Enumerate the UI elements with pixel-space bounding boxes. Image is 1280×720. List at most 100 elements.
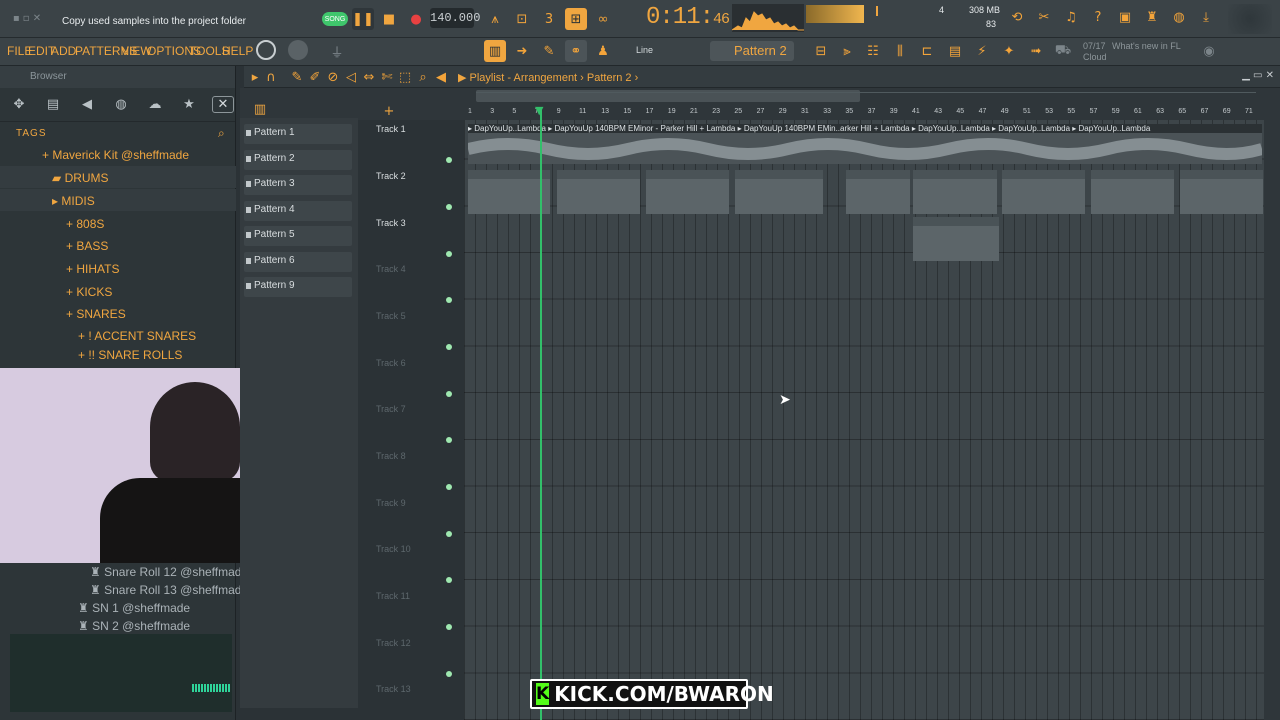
pattern-item[interactable]: Pattern 2 [244, 150, 352, 170]
pattern-clip[interactable]: Pattern 1 [1091, 170, 1174, 214]
news-text[interactable]: What's new in FL [1112, 41, 1181, 51]
chat-icon[interactable]: ◍ [1168, 6, 1190, 28]
tree-folder-midis[interactable]: ▸ MIDIS [52, 194, 95, 208]
pattern-clip[interactable]: Pattern 5 [1002, 170, 1085, 214]
tree-file-sn-1[interactable]: ♜ SN 1 @sheffmade [78, 601, 190, 615]
track-label[interactable]: Track 8 [376, 451, 406, 461]
piano-roll-icon[interactable]: ▥ [484, 40, 506, 62]
snap-mode-select[interactable]: Line [636, 45, 653, 55]
tree-file-sn-2[interactable]: ♜ SN 2 @sheffmade [78, 619, 190, 633]
tree-folder-snares[interactable]: + SNARES [66, 307, 126, 321]
link-icon[interactable]: ⚭ [565, 40, 587, 62]
eq-icon[interactable]: ⫼ [889, 40, 911, 62]
search-icon[interactable]: ⌕ [218, 126, 225, 141]
download-icon[interactable]: ⤓ [1195, 6, 1217, 28]
playback-icon[interactable]: ◀ [430, 66, 452, 88]
menu-add[interactable]: ADD [51, 44, 76, 58]
plus-icon[interactable]: + [378, 100, 400, 122]
track-mute-led[interactable] [446, 437, 452, 443]
globe-icon[interactable]: ◍ [110, 97, 132, 112]
tree-folder-bass[interactable]: + BASS [66, 239, 108, 253]
pattern-clip[interactable]: Pattern 1 [735, 170, 823, 214]
tree-folder-808s[interactable]: + 808S [66, 217, 104, 231]
piano-roll-toggle-icon[interactable]: ▥ [249, 98, 271, 120]
pattern-item[interactable]: Pattern 6 [244, 252, 352, 272]
pattern-clip[interactable]: Pattern 6 [646, 170, 729, 214]
pattern-clip[interactable]: Pattern 1 [846, 170, 910, 214]
pattern-clip[interactable]: Pattern 3 [913, 170, 997, 214]
track-mute-led[interactable] [446, 297, 452, 303]
track-mute-led[interactable] [446, 671, 452, 677]
track-label[interactable]: Track 12 [376, 638, 411, 648]
close-icon[interactable]: ✕ [212, 96, 234, 113]
speaker-icon[interactable]: ◀ [76, 97, 98, 112]
tempo-display[interactable]: 140.000 [430, 8, 480, 28]
pattern-selector[interactable]: Pattern 2 [710, 41, 794, 61]
pattern-item[interactable]: Pattern 4 [244, 201, 352, 221]
tree-folder-drums[interactable]: ▰ DRUMS [52, 171, 109, 185]
move-icon[interactable]: ✥ [8, 97, 30, 112]
playhead-marker-icon[interactable]: ▼ [535, 104, 543, 117]
track-mute-led[interactable] [446, 624, 452, 630]
track-mute-led[interactable] [446, 157, 452, 163]
pattern-item[interactable]: Pattern 9 [244, 277, 352, 297]
playhead[interactable] [540, 108, 542, 720]
file-icon[interactable]: ▤ [944, 40, 966, 62]
tree-file-snare-roll-13[interactable]: ♜ Snare Roll 13 @sheffmade [90, 583, 248, 597]
cloud-icon[interactable]: ☁ [144, 97, 166, 112]
help-icon[interactable]: ? [1087, 6, 1109, 28]
track-label[interactable]: Track 9 [376, 498, 406, 508]
record-button[interactable]: ● [405, 8, 427, 30]
track-label[interactable]: Track 5 [376, 311, 406, 321]
song-mode-button[interactable]: SONG [322, 12, 348, 26]
stop-button[interactable]: ■ [378, 8, 400, 30]
channel-rack-icon[interactable]: ⫸ [836, 40, 858, 62]
pattern-item[interactable]: Pattern 1 [244, 124, 352, 144]
track-label[interactable]: Track 4 [376, 264, 406, 274]
hierarchy-icon[interactable]: ⊏ [916, 40, 938, 62]
cut-icon[interactable]: ✂ [1033, 6, 1055, 28]
step-edit-icon[interactable]: ⊞ [565, 8, 587, 30]
metronome-icon[interactable]: ⩚ [484, 8, 506, 30]
tree-folder-snare-rolls[interactable]: + !! SNARE ROLLS [78, 348, 182, 362]
vertical-scrollbar[interactable] [1264, 120, 1280, 720]
tree-folder-accent-snares[interactable]: + ! ACCENT SNARES [78, 329, 196, 343]
master-pitch-knob[interactable] [256, 40, 276, 60]
song-time-display[interactable]: 0:11:46 [646, 4, 730, 31]
magnet-icon[interactable]: ∩ [260, 66, 282, 88]
track-label[interactable]: Track 2 [376, 171, 406, 181]
mixer-icon[interactable]: ☷ [862, 40, 884, 62]
timeline-ruler[interactable]: 1 3 5 7 9 11 13 15 17 19 21 23 25 27 29 31 33 35 37 39 41 43 4… [464, 105, 1264, 120]
pattern-clip[interactable]: Pattern 6 [1180, 170, 1263, 214]
window-buttons[interactable]: ▁ ▭ ✕ [1242, 70, 1274, 81]
touch-icon[interactable]: ➟ [1025, 40, 1047, 62]
track-label[interactable]: Track 1 [376, 124, 406, 134]
stamp-icon[interactable]: ♟ [592, 40, 614, 62]
pattern-clip[interactable]: Pattern 9 [913, 217, 999, 261]
track-label[interactable]: Track 7 [376, 404, 406, 414]
pattern-clip[interactable]: Pattern 5 [468, 170, 550, 214]
tree-folder-kicks[interactable]: + KICKS [66, 285, 112, 299]
track-mute-led[interactable] [446, 391, 452, 397]
audio-clip[interactable]: ▸ DapYouUp..Lambda ▸ DapYouUp 140BPM EMi… [468, 124, 1262, 164]
undo-icon[interactable]: ⟲ [1006, 6, 1028, 28]
news-text-line2[interactable]: Cloud [1083, 52, 1107, 62]
tree-folder-hihats[interactable]: + HIHATS [66, 262, 119, 276]
master-volume-knob[interactable] [288, 40, 308, 60]
save-icon[interactable]: ▣ [1114, 6, 1136, 28]
midi-icon[interactable]: ⏚ [326, 40, 348, 62]
pattern-clip[interactable]: Pattern 1 [557, 170, 640, 214]
playlist-icon[interactable]: ⊟ [810, 40, 832, 62]
globe-icon[interactable]: ◉ [1198, 40, 1220, 62]
track-mute-led[interactable] [446, 344, 452, 350]
track-mute-led[interactable] [446, 577, 452, 583]
track-label[interactable]: Track 11 [376, 591, 410, 601]
tempo-tap-icon[interactable]: ✦ [998, 40, 1020, 62]
track-mute-led[interactable] [446, 484, 452, 490]
track-label[interactable]: Track 6 [376, 358, 406, 368]
cart-icon[interactable]: ⛟ [1052, 40, 1074, 62]
play-pause-button[interactable]: ❚❚ [352, 8, 374, 30]
track-label[interactable]: Track 10 [376, 544, 411, 554]
plugin-icon[interactable]: ♜ [1141, 6, 1163, 28]
tree-folder-kit[interactable]: + Maverick Kit @sheffmade [42, 148, 189, 162]
